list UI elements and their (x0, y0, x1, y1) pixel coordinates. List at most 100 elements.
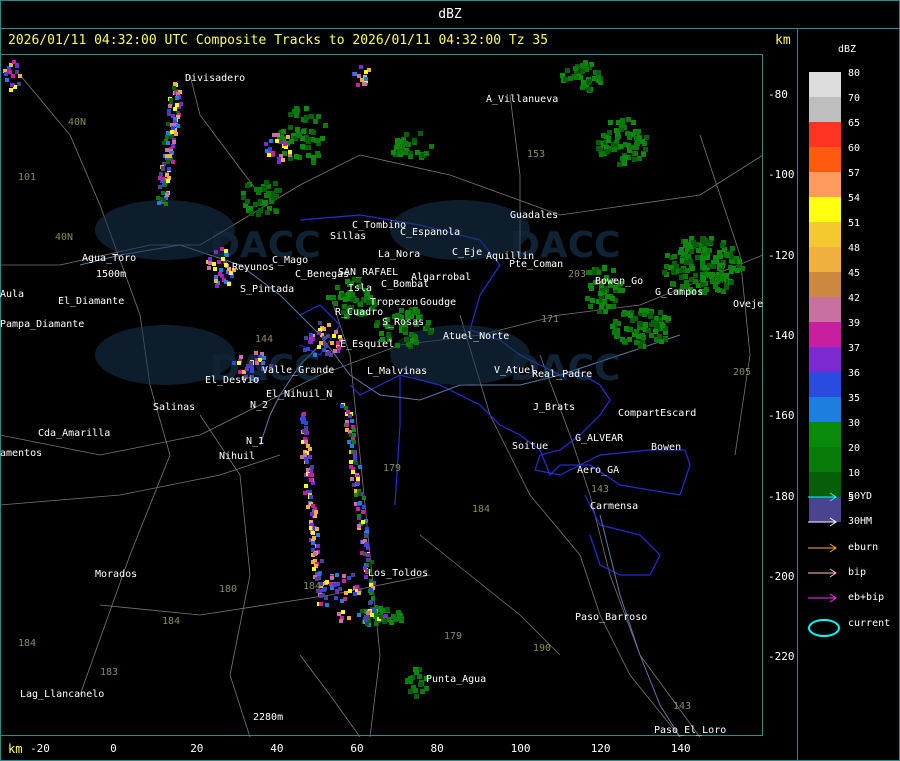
x-tick-label: 0 (110, 742, 117, 755)
dbz-level-label: 30 (848, 418, 861, 429)
place-label: Atuel_Norte (443, 331, 510, 342)
place-label: amentos (0, 448, 43, 459)
route-number-label: 171 (541, 314, 560, 325)
route-number-label: 184 (303, 581, 322, 592)
legend-divider (797, 28, 798, 761)
route-number-label: 40N (68, 117, 87, 128)
place-label: Reyunos (232, 262, 275, 273)
track-arrow-icon (808, 568, 837, 578)
dbz-level-label: 57 (848, 168, 861, 179)
track-legend-item: current (808, 618, 890, 640)
track-arrow-icon (808, 593, 837, 603)
dbz-swatch (809, 172, 841, 197)
place-label: Goudge (420, 297, 457, 308)
place-label: Paso_Barroso (575, 612, 648, 623)
place-label: Guadales (510, 210, 559, 221)
place-label: Oveje (733, 299, 764, 310)
x-tick-label: 60 (350, 742, 364, 755)
track-arrow-icon (808, 517, 837, 527)
route-number-label: 184 (18, 638, 37, 649)
dbz-swatch (809, 72, 841, 97)
dbz-swatch (809, 197, 841, 222)
y-tick-label: -100 (768, 168, 795, 182)
place-label: Carmensa (590, 501, 639, 512)
dbz-swatch (809, 297, 841, 322)
place-label: El_Nihuil_N (266, 389, 333, 400)
place-label: C_Espanola (400, 227, 461, 238)
place-labels: Divisadero A_Villanueva 40N 101 153 Guadales 4… (0, 55, 763, 737)
dbz-level-label: 36 (848, 368, 861, 379)
x-tick-label: 140 (670, 742, 691, 755)
place-label: Paso_El_Loro (654, 725, 727, 736)
place-label: Isla (348, 283, 373, 294)
dbz-level-label: 80 (848, 68, 861, 79)
track-label: 50YD (848, 491, 873, 502)
km-unit-label-top: km (775, 33, 791, 48)
place-label: J_Brats (533, 402, 576, 413)
place-label: Los_Toldos (368, 568, 429, 579)
dbz-level-label: 54 (848, 193, 861, 204)
dbz-swatch (809, 122, 841, 147)
route-number-label: 203 (568, 269, 587, 280)
place-label: G_Campos (655, 287, 704, 298)
place-label: Pte_Coman (509, 259, 564, 270)
x-tick-label: 20 (190, 742, 204, 755)
dbz-swatch (809, 147, 841, 172)
place-label: V_Atuel (494, 365, 537, 376)
place-label: A_Villanueva (486, 94, 559, 105)
place-label: Agua_Toro (82, 253, 137, 264)
x-tick-label: 80 (430, 742, 444, 755)
route-number-label: 205 (733, 367, 752, 378)
dbz-swatch (809, 397, 841, 422)
place-label: El_Diamante (58, 296, 125, 307)
place-label: Salinas (153, 402, 196, 413)
route-number-label: 184 (162, 616, 181, 627)
x-tick-label: 40 (270, 742, 284, 755)
dbz-level-label: 60 (848, 143, 861, 154)
track-label: current (848, 617, 891, 629)
place-label: Real_Padre (532, 369, 593, 380)
place-label: Divisadero (185, 73, 246, 84)
route-number-label: 101 (18, 172, 37, 183)
track-arrow-icon (808, 543, 837, 553)
place-label: 1500m (96, 269, 127, 280)
place-label: C_Bombal (381, 279, 430, 290)
window-title: dBZ (0, 0, 900, 29)
y-tick-label: -200 (768, 569, 795, 583)
x-tick-label: 120 (590, 742, 611, 755)
place-label: G_ALVEAR (575, 433, 624, 444)
dbz-level-label: 65 (848, 118, 861, 129)
radar-map-panel[interactable]: DACC DACC DACC DACC Divisadero A_Villanue… (0, 54, 763, 737)
track-label: 30HM (848, 516, 873, 528)
place-label: E_Esquiel (340, 339, 395, 350)
place-label: SAN_RAFAEL (338, 267, 399, 278)
time-range-header: 2026/01/11 04:32:00 UTC Composite Tracks… (8, 33, 549, 48)
place-label: Aero_GA (577, 465, 620, 476)
route-number-label: 153 (527, 149, 546, 160)
place-label: Aula (0, 289, 25, 300)
track-legend-item: eb+bip (808, 592, 884, 604)
track-legend-item: eburn (808, 542, 878, 554)
dbz-level-label: 48 (848, 243, 861, 254)
place-label: Lag_Llancanelo (20, 689, 105, 700)
dbz-level-label: 70 (848, 93, 861, 104)
track-label: eburn (848, 541, 879, 553)
place-label: Punta_Agua (426, 674, 487, 685)
place-label: Soitue (512, 441, 549, 452)
y-tick-label: -120 (768, 248, 795, 262)
track-label: eb+bip (848, 592, 885, 604)
route-number-label: 143 (591, 484, 610, 495)
place-label: R_Cuadro (335, 307, 384, 318)
place-label: Cda_Amarilla (38, 428, 111, 439)
x-tick-label: -20 (30, 742, 50, 755)
x-tick-label: 100 (510, 742, 531, 755)
place-label: La_Nora (378, 249, 421, 260)
route-number-label: 179 (444, 631, 463, 642)
y-tick-label: -220 (768, 650, 795, 664)
route-number-label: 183 (100, 667, 119, 678)
place-label: CompartEscard (618, 408, 697, 419)
place-label: Pampa_Diamante (0, 319, 85, 330)
dbz-swatch (809, 372, 841, 397)
place-label: 2280m (253, 712, 284, 723)
route-number-label: 190 (533, 643, 552, 654)
